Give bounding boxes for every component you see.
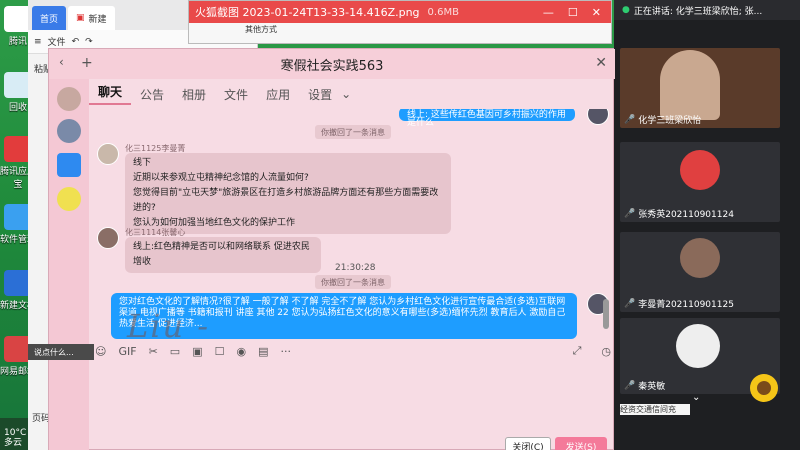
wps-tab-home[interactable]: 首页 bbox=[32, 6, 67, 30]
image-icon[interactable]: ▣ bbox=[192, 345, 202, 358]
chat-title: 寒假社会实践563 bbox=[280, 58, 384, 74]
send-button[interactable]: 发送(S) bbox=[555, 437, 607, 450]
tab-files[interactable]: 文件 bbox=[215, 86, 257, 103]
more-icon[interactable]: ··· bbox=[281, 345, 292, 358]
chat-window: ‹ + 寒假社会实践563 ✕ 聊天 公告 相册 文件 应用 设置 ⌄ 线上: … bbox=[48, 48, 615, 450]
voice-icon[interactable]: ◉ bbox=[236, 345, 246, 358]
recall-notice: 你撤回了一条消息 bbox=[315, 275, 391, 289]
tab-settings[interactable]: 设置 bbox=[299, 86, 341, 103]
menu-icon[interactable]: ≡ bbox=[34, 37, 42, 47]
mic-icon: 🎤 bbox=[624, 298, 636, 309]
mic-icon: 🎤 bbox=[624, 114, 636, 125]
taskbar: 10°C 多云 bbox=[0, 418, 28, 450]
close-icon[interactable]: ✕ bbox=[595, 55, 607, 71]
avatar[interactable] bbox=[57, 87, 81, 111]
message-line: 线下 bbox=[133, 158, 152, 168]
tab-notice[interactable]: 公告 bbox=[131, 86, 173, 103]
weather-widget[interactable]: 10°C 多云 bbox=[4, 428, 26, 448]
avatar bbox=[680, 238, 720, 278]
image-viewer-window: 火狐截图 2023-01-24T13-33-14.416Z.png 0.6MB … bbox=[188, 0, 612, 44]
message-list: 线上: 这些传红色基因可乡村振兴的作用是什么 你撤回了一条消息 化三1125李曼… bbox=[89, 109, 615, 339]
participant-name-text: 秦英敏 bbox=[638, 382, 666, 392]
wps-doc-icon: ▣ bbox=[76, 13, 85, 23]
red-packet-icon[interactable]: ▤ bbox=[258, 345, 268, 358]
history-icon[interactable]: ◷ bbox=[601, 345, 611, 358]
participant-name-text: 化学三班梁欣怡 bbox=[638, 116, 702, 126]
avatar[interactable] bbox=[57, 187, 81, 211]
close-icon[interactable]: ✕ bbox=[592, 6, 601, 19]
watermark-text: Liu - bbox=[127, 307, 211, 345]
chevron-down-icon[interactable]: ⌄ bbox=[692, 392, 700, 403]
mic-icon: 🎤 bbox=[624, 380, 636, 391]
participant-name: 🎤 化学三班梁欣怡 bbox=[624, 113, 702, 127]
expand-icon[interactable]: ⤢ bbox=[573, 344, 582, 358]
participant-name: 🎤 李曼菁202110901125 bbox=[624, 297, 734, 311]
message-bubble: 线下 近期以来参观立屯精神纪念馆的人流量如何? 您觉得目前"立屯天梦"旅游景区在… bbox=[125, 153, 451, 234]
avatar bbox=[97, 227, 119, 249]
message-line: 您觉得目前"立屯天梦"旅游景区在打造乡村旅游品牌方面还有那些方面需要改进的? bbox=[133, 188, 439, 213]
avatar bbox=[587, 109, 609, 125]
weather-temp: 10°C bbox=[4, 428, 27, 438]
folder-icon[interactable]: ▭ bbox=[170, 345, 180, 358]
phone-icon[interactable] bbox=[57, 153, 81, 177]
avatar bbox=[97, 143, 119, 165]
video-feed bbox=[660, 50, 720, 120]
emoji-icon[interactable]: ☺ bbox=[95, 345, 106, 358]
recall-notice: 你撤回了一条消息 bbox=[315, 125, 391, 139]
mic-icon: 🎤 bbox=[624, 208, 636, 219]
wps-tab-new[interactable]: ▣ 新建 bbox=[68, 6, 115, 30]
viewer-size: 0.6MB bbox=[427, 6, 459, 18]
gif-icon[interactable]: GIF bbox=[118, 345, 136, 358]
shake-icon[interactable]: ☐ bbox=[215, 345, 225, 358]
participant-tile[interactable]: 🎤 张秀英202110901124 bbox=[620, 142, 780, 222]
sunflower-decoration bbox=[744, 368, 784, 408]
viewer-line: 其他方式 bbox=[245, 25, 277, 34]
chevron-down-icon[interactable]: ⌄ bbox=[341, 87, 360, 101]
avatar bbox=[676, 324, 720, 368]
mic-icon: ● bbox=[622, 5, 630, 15]
avatar bbox=[680, 150, 720, 190]
tab-apps[interactable]: 应用 bbox=[257, 86, 299, 103]
viewer-title: 火狐截图 2023-01-24T13-33-14.416Z.png bbox=[195, 6, 420, 19]
participant-name: 🎤 秦英敏 bbox=[624, 379, 666, 393]
message-bubble: 线上:红色精神是否可以和网络联系 促进农民增收 bbox=[125, 237, 321, 273]
input-toolbar: ☺ GIF ✂ ▭ ▣ ☐ ◉ ▤ ··· ⤢ ◷ bbox=[89, 341, 615, 361]
participant-name-text: 李曼菁202110901125 bbox=[638, 300, 734, 310]
maximize-icon[interactable]: ☐ bbox=[568, 6, 578, 19]
window-controls: — ☐ ✕ bbox=[543, 6, 611, 19]
undo-icon[interactable]: ↶ bbox=[72, 37, 80, 47]
image-viewer-titlebar: 火狐截图 2023-01-24T13-33-14.416Z.png 0.6MB … bbox=[189, 1, 611, 23]
close-button[interactable]: 关闭(C) bbox=[505, 437, 551, 450]
message-line: 近期以来参观立屯精神纪念馆的人流量如何? bbox=[133, 173, 309, 183]
minimize-icon[interactable]: — bbox=[543, 6, 554, 19]
my-message-bubble: 线上: 这些传红色基因可乡村振兴的作用是什么 bbox=[399, 109, 575, 128]
meeting-speaking: 正在讲话: 化学三班梁欣怡; 张... bbox=[633, 6, 763, 17]
meeting-speaking-bar: ● 正在讲话: 化学三班梁欣怡; 张... bbox=[614, 0, 800, 20]
wps-menu-file[interactable]: 文件 bbox=[48, 35, 66, 48]
chat-tabs: 聊天 公告 相册 文件 应用 设置 ⌄ bbox=[89, 79, 360, 109]
speech-hint[interactable]: 说点什么... bbox=[28, 344, 94, 360]
viewer-content: 其他方式 bbox=[189, 23, 611, 35]
timestamp: 21:30:28 bbox=[335, 263, 376, 273]
scissors-icon[interactable]: ✂ bbox=[149, 345, 158, 358]
tab-chat[interactable]: 聊天 bbox=[89, 83, 132, 105]
chat-titlebar: ‹ + 寒假社会实践563 ✕ bbox=[49, 49, 615, 79]
redo-icon[interactable]: ↷ bbox=[85, 37, 93, 47]
weather-desc: 多云 bbox=[4, 438, 23, 448]
participant-name-text: 张秀英202110901124 bbox=[638, 210, 734, 220]
wps-tab-new-label: 新建 bbox=[88, 14, 107, 25]
scrollbar[interactable] bbox=[603, 299, 609, 329]
meeting-bottom-text: 经资交通信间充 bbox=[620, 404, 690, 415]
participant-tile[interactable]: 🎤 李曼菁202110901125 bbox=[620, 232, 780, 312]
tab-album[interactable]: 相册 bbox=[173, 86, 215, 103]
conversation-rail bbox=[49, 79, 89, 450]
participant-tile[interactable]: 🎤 化学三班梁欣怡 bbox=[620, 48, 780, 128]
participant-name: 🎤 张秀英202110901124 bbox=[624, 207, 734, 221]
avatar[interactable] bbox=[57, 119, 81, 143]
